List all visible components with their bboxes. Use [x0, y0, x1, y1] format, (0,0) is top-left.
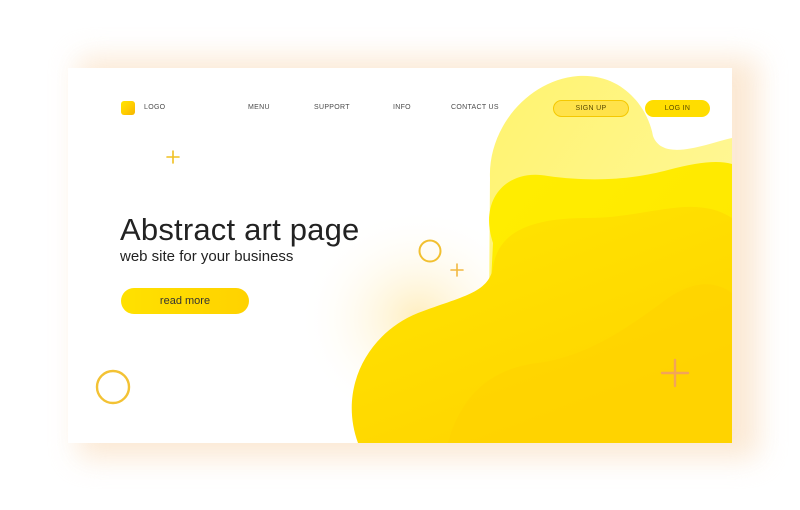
logo-icon[interactable] [121, 101, 135, 115]
plus-icon [166, 150, 180, 164]
read-more-button[interactable]: read more [121, 288, 249, 314]
logo-label[interactable]: LOGO [144, 104, 165, 111]
sign-up-button[interactable]: SIGN UP [553, 100, 629, 117]
nav-contact-link[interactable]: CONTACT US [451, 104, 499, 111]
landing-page-card: LOGO MENU SUPPORT INFO CONTACT US SIGN U… [68, 68, 732, 443]
circle-ring-icon [418, 239, 442, 263]
plus-icon [450, 263, 464, 277]
page-title: Abstract art page [120, 212, 360, 247]
circle-ring-icon [95, 369, 131, 405]
page-subtitle: web site for your business [120, 248, 294, 265]
plus-icon [660, 358, 690, 388]
nav-support-link[interactable]: SUPPORT [314, 104, 350, 111]
nav-menu-link[interactable]: MENU [248, 104, 270, 111]
log-in-button[interactable]: LOG IN [645, 100, 710, 117]
nav-info-link[interactable]: INFO [393, 104, 411, 111]
